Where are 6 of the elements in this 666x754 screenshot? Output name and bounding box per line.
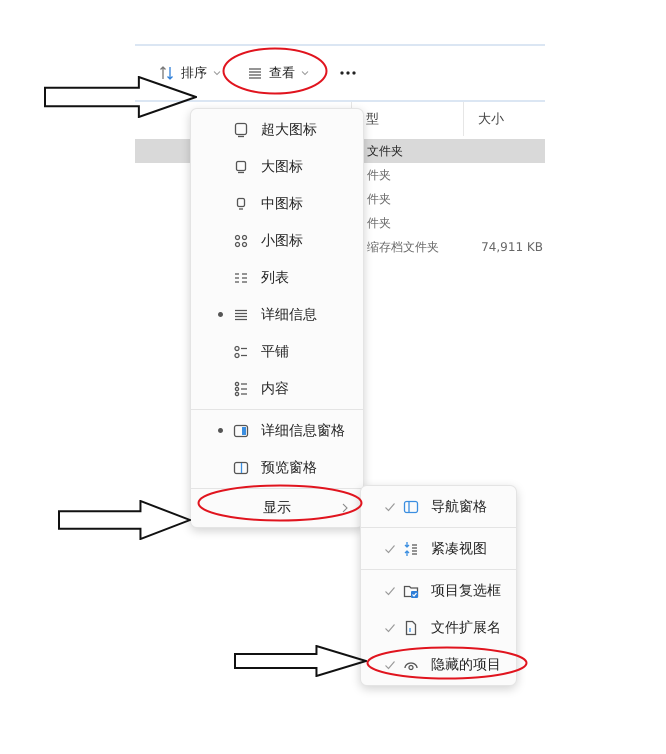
- table-cell-text: 件夹: [367, 214, 392, 232]
- table-cell-text: 件夹: [367, 166, 392, 184]
- table-cell-text: 件夹: [367, 190, 392, 208]
- table-cell-text: 74,911 KB: [480, 240, 543, 254]
- table-cell-text: 文件夹: [367, 142, 404, 160]
- table-cell-text: 缩存档文件夹: [367, 238, 440, 256]
